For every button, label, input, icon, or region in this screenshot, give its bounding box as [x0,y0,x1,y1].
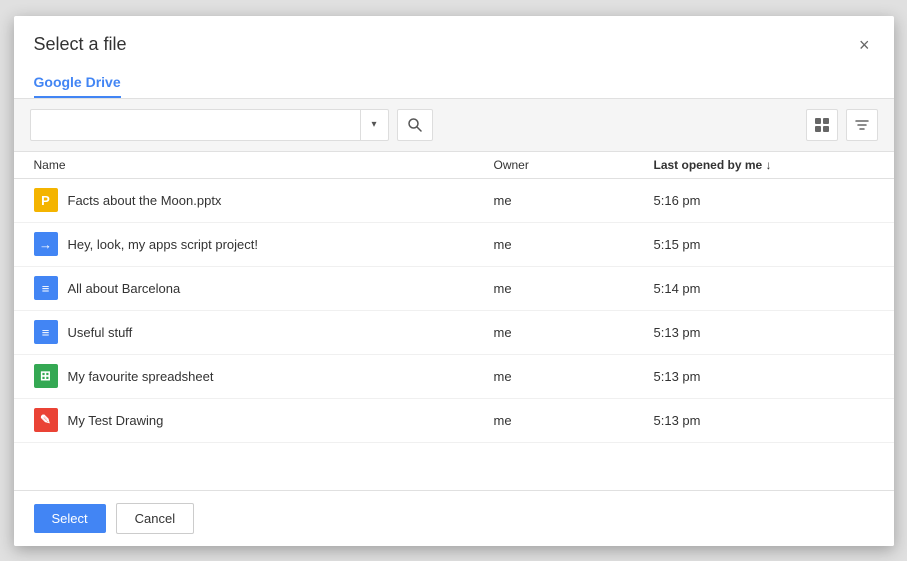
file-name: All about Barcelona [68,281,181,296]
file-name: Facts about the Moon.pptx [68,193,222,208]
file-name-cell: ✎ My Test Drawing [34,408,494,432]
file-type-icon: ⊞ [34,364,58,388]
dialog-footer: Select Cancel [14,490,894,546]
toolbar: ▾ [14,99,894,152]
table-row[interactable]: ≡ All about Barcelona me 5:14 pm [14,267,894,311]
search-wrapper: ▾ [30,109,389,141]
col-header-owner: Owner [494,158,654,172]
search-icon [407,117,423,133]
search-input[interactable] [31,117,360,133]
sort-icon [854,117,870,133]
select-button[interactable]: Select [34,504,106,533]
file-list: P Facts about the Moon.pptx me 5:16 pm →… [14,179,894,490]
file-type-icon: ✎ [34,408,58,432]
table-row[interactable]: → Hey, look, my apps script project! me … [14,223,894,267]
table-row[interactable]: P Facts about the Moon.pptx me 5:16 pm [14,179,894,223]
file-name-cell: → Hey, look, my apps script project! [34,232,494,256]
tabs-bar: Google Drive [14,66,894,99]
file-type-icon: ≡ [34,276,58,300]
file-owner: me [494,369,654,384]
file-last-opened: 5:14 pm [654,281,874,296]
table-row[interactable]: ✎ My Test Drawing me 5:13 pm [14,399,894,443]
file-name-cell: ≡ Useful stuff [34,320,494,344]
column-headers: Name Owner Last opened by me ↓ [14,152,894,179]
file-name: My favourite spreadsheet [68,369,214,384]
col-header-name: Name [34,158,494,172]
file-owner: me [494,413,654,428]
dialog-title: Select a file [34,34,127,55]
file-name-cell: ⊞ My favourite spreadsheet [34,364,494,388]
file-owner: me [494,237,654,252]
file-type-icon: ≡ [34,320,58,344]
file-last-opened: 5:13 pm [654,325,874,340]
search-button[interactable] [397,109,433,141]
file-last-opened: 5:15 pm [654,237,874,252]
tab-google-drive[interactable]: Google Drive [34,66,121,98]
file-last-opened: 5:13 pm [654,413,874,428]
file-name-cell: P Facts about the Moon.pptx [34,188,494,212]
table-row[interactable]: ≡ Useful stuff me 5:13 pm [14,311,894,355]
sort-view-button[interactable] [846,109,878,141]
file-type-icon: → [34,232,58,256]
file-last-opened: 5:16 pm [654,193,874,208]
table-row[interactable]: ⊞ My favourite spreadsheet me 5:13 pm [14,355,894,399]
file-name-cell: ≡ All about Barcelona [34,276,494,300]
grid-view-button[interactable] [806,109,838,141]
file-name: My Test Drawing [68,413,164,428]
cancel-button[interactable]: Cancel [116,503,194,534]
file-type-icon: P [34,188,58,212]
file-name: Useful stuff [68,325,133,340]
file-owner: me [494,325,654,340]
select-file-dialog: Select a file × Google Drive ▾ [14,16,894,546]
dialog-header: Select a file × [14,16,894,58]
file-name: Hey, look, my apps script project! [68,237,259,252]
file-owner: me [494,193,654,208]
grid-icon [815,118,829,132]
file-last-opened: 5:13 pm [654,369,874,384]
close-button[interactable]: × [855,32,874,58]
col-header-last-opened[interactable]: Last opened by me ↓ [654,158,874,172]
file-owner: me [494,281,654,296]
search-dropdown-button[interactable]: ▾ [360,110,388,140]
